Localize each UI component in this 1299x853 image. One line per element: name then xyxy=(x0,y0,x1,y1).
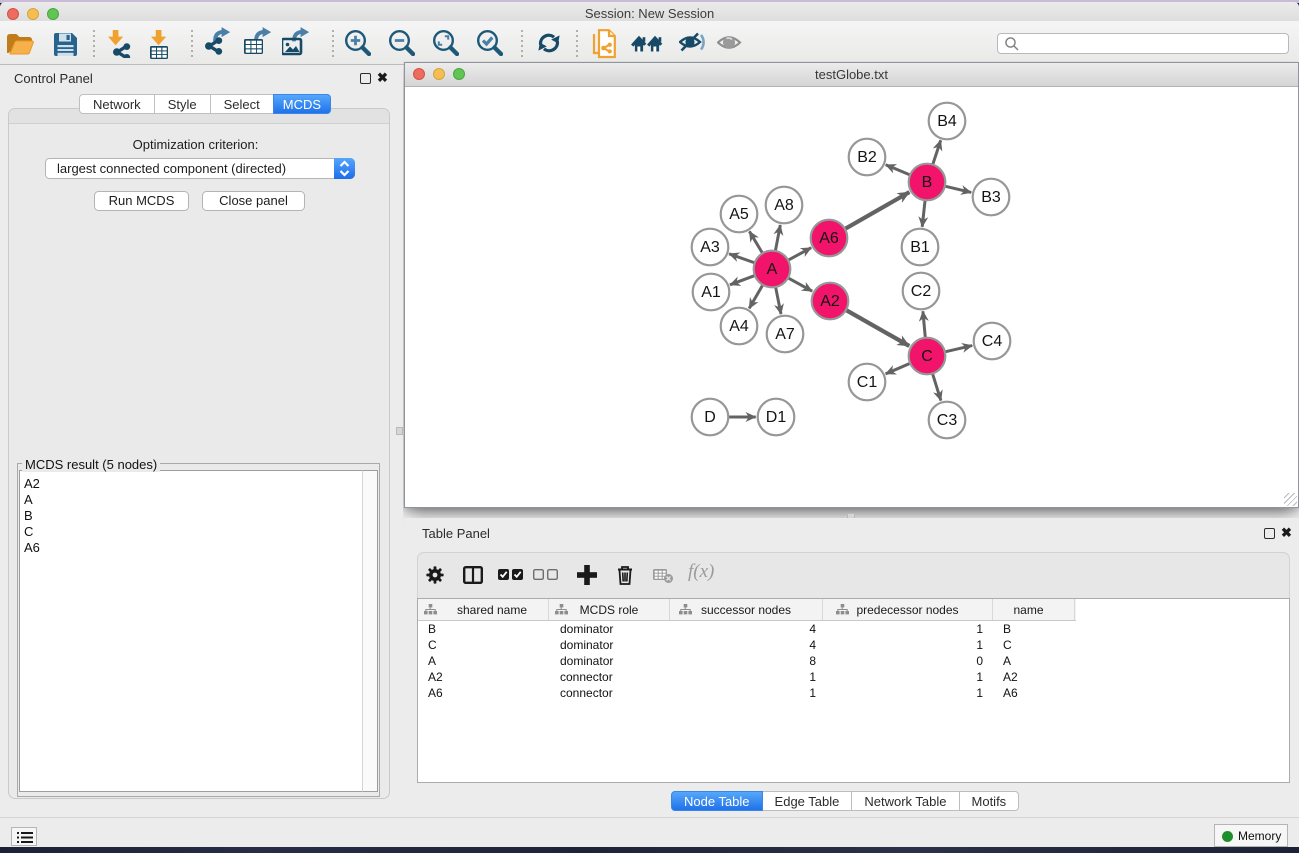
svg-text:B: B xyxy=(922,174,933,191)
svg-text:B2: B2 xyxy=(857,149,877,166)
svg-text:B1: B1 xyxy=(910,239,930,256)
svg-text:A: A xyxy=(767,261,778,278)
svg-text:B3: B3 xyxy=(981,189,1001,206)
svg-text:C2: C2 xyxy=(911,283,932,300)
svg-text:A1: A1 xyxy=(701,284,721,301)
svg-text:A7: A7 xyxy=(775,326,795,343)
svg-text:A6: A6 xyxy=(819,230,839,247)
svg-text:D1: D1 xyxy=(766,409,787,426)
svg-text:D: D xyxy=(704,409,716,426)
svg-text:A4: A4 xyxy=(729,318,749,335)
svg-text:C4: C4 xyxy=(982,333,1003,350)
svg-text:A5: A5 xyxy=(729,206,749,223)
svg-text:A2: A2 xyxy=(820,293,840,310)
svg-text:A3: A3 xyxy=(700,239,720,256)
svg-text:B4: B4 xyxy=(937,113,957,130)
svg-text:A8: A8 xyxy=(774,197,794,214)
svg-text:C1: C1 xyxy=(857,374,878,391)
svg-text:C3: C3 xyxy=(937,412,958,429)
svg-text:C: C xyxy=(921,348,933,365)
